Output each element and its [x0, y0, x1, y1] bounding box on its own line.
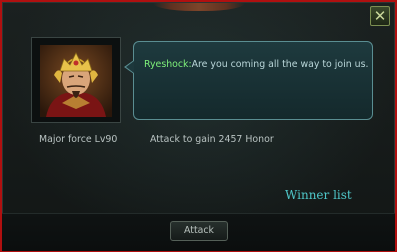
speech-message: Are you coming all the way to join us. — [191, 59, 369, 70]
portrait-frame — [31, 37, 121, 123]
speaker-name: Ryeshock: — [144, 59, 192, 70]
close-icon: ✕ — [373, 7, 387, 25]
top-ornament — [153, 3, 245, 11]
general-portrait — [40, 45, 112, 117]
winner-list-link[interactable]: Winner list — [285, 188, 352, 202]
speech-bubble-tail-inner — [126, 61, 134, 73]
attack-button[interactable]: Attack — [170, 221, 228, 241]
opponent-level-label: Major force Lv90 — [39, 134, 118, 145]
speech-line: Ryeshock:Are you coming all the way to j… — [144, 59, 368, 70]
speech-bubble — [133, 41, 373, 120]
honor-reward-label: Attack to gain 2457 Honor — [150, 134, 274, 145]
close-button[interactable]: ✕ — [370, 6, 390, 26]
general-avatar-icon — [40, 45, 112, 117]
